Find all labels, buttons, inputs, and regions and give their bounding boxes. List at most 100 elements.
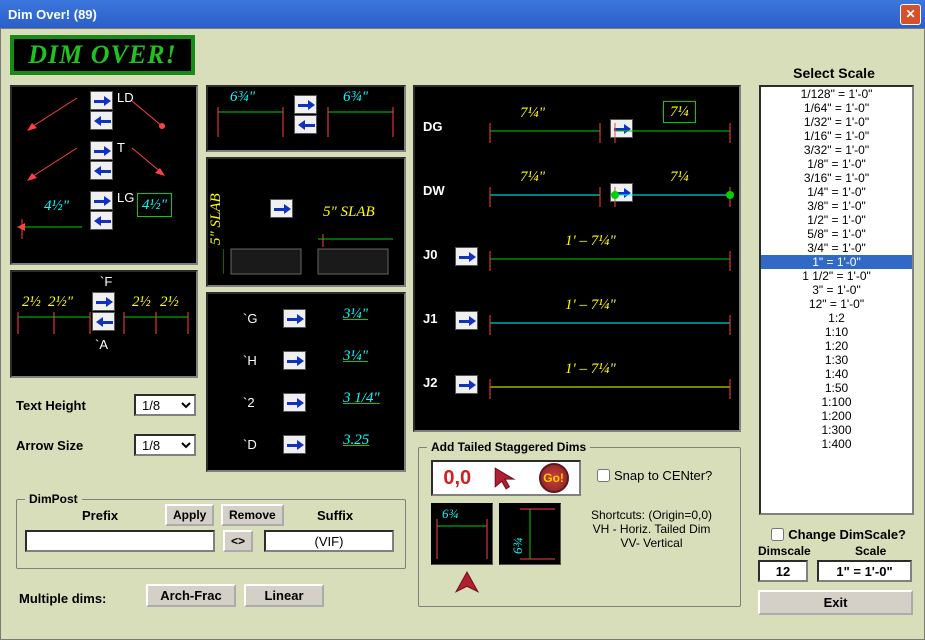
arrow-right-icon[interactable]: [283, 435, 306, 454]
scale-item[interactable]: 1:40: [761, 367, 912, 381]
linear-button[interactable]: Linear: [244, 584, 324, 607]
panel-dim-formats[interactable]: `G3¼"`H3¼"`23 1/4"`D3.25: [206, 292, 406, 472]
change-dimscale-checkbox[interactable]: [771, 528, 784, 541]
label-a: `A: [95, 337, 108, 352]
suffix-input[interactable]: [264, 530, 394, 552]
arrow-right-icon[interactable]: [283, 393, 306, 412]
snap-center-check[interactable]: Snap to CENter?: [597, 468, 712, 483]
arrow-left-icon[interactable]: [90, 161, 113, 180]
format-row-label: `H: [243, 353, 257, 368]
dim-left: 4½": [44, 198, 69, 215]
panel-fa[interactable]: `F `A 2½ 2½" 2½ 2½: [10, 270, 198, 378]
arch-frac-button[interactable]: Arch-Frac: [146, 584, 236, 607]
arrow-left-icon[interactable]: [90, 211, 113, 230]
panel-top-dim[interactable]: 6¾" 6¾": [206, 85, 406, 152]
scale-item[interactable]: 1:400: [761, 437, 912, 451]
scale-item[interactable]: 3" = 1'-0": [761, 283, 912, 297]
logo: DIM OVER!: [10, 35, 195, 75]
scale-item[interactable]: 1/4" = 1'-0": [761, 185, 912, 199]
arrow-left-icon[interactable]: [92, 312, 115, 331]
dimscale-input[interactable]: [758, 560, 808, 582]
scale-item[interactable]: 3/8" = 1'-0": [761, 199, 912, 213]
preview-horiz[interactable]: 6¾: [431, 503, 493, 565]
scale-item[interactable]: 1:200: [761, 409, 912, 423]
panel-dim-styles[interactable]: DG7¼"7¼DW7¼"7¼J01' – 7¼"J11' – 7¼"J21' –…: [413, 85, 741, 432]
arrow-right-icon[interactable]: [294, 95, 317, 114]
client-area: DIM OVER! LD T LG 4½" 4½" `F `A 2½ 2½" 2…: [0, 28, 925, 640]
slab-horizontal: 5" SLAB: [323, 204, 375, 221]
dimstyle-row-label: DW: [423, 183, 445, 198]
arrow-left-icon[interactable]: [294, 115, 317, 134]
prefix-input[interactable]: [25, 530, 215, 552]
scale-input[interactable]: [817, 560, 912, 582]
scale-item[interactable]: 1:100: [761, 395, 912, 409]
remove-button[interactable]: Remove: [221, 504, 284, 526]
dimpost-title: DimPost: [25, 492, 82, 506]
arrow-right-icon[interactable]: [90, 91, 113, 110]
dimstyle-row-label: J0: [423, 247, 437, 262]
scale-item[interactable]: 1" = 1'-0": [761, 255, 912, 269]
arrow-size-row: Arrow Size 1/8: [16, 434, 196, 456]
arrow-size-combo[interactable]: 1/8: [134, 434, 196, 456]
panel-leader-dim[interactable]: LD T LG 4½" 4½": [10, 85, 198, 265]
scale-item[interactable]: 3/4" = 1'-0": [761, 241, 912, 255]
close-button[interactable]: ✕: [900, 4, 921, 25]
scale-item[interactable]: 1/8" = 1'-0": [761, 157, 912, 171]
arrow-right-icon[interactable]: [270, 199, 293, 218]
snap-checkbox[interactable]: [597, 469, 610, 482]
dim-right-value: 7¼: [670, 169, 689, 186]
cursor-icon[interactable]: [492, 465, 518, 491]
label-f: `F: [100, 274, 112, 289]
scale-item[interactable]: 1/2" = 1'-0": [761, 213, 912, 227]
format-dim-value: 3¼": [343, 306, 368, 323]
arrow-right-icon[interactable]: [90, 141, 113, 160]
arrow-left-icon[interactable]: [90, 111, 113, 130]
format-dim-value: 3 1/4": [343, 390, 380, 407]
scale-item[interactable]: 5/8" = 1'-0": [761, 227, 912, 241]
go-button[interactable]: Go!: [539, 463, 569, 493]
snap-label: Snap to CENter?: [614, 468, 712, 483]
scale-item[interactable]: 1:50: [761, 381, 912, 395]
arrow-right-icon[interactable]: [455, 375, 478, 394]
scale-item[interactable]: 1:20: [761, 339, 912, 353]
panel-slab[interactable]: 5" SLAB 5" SLAB: [206, 157, 406, 287]
change-dimscale-check[interactable]: Change DimScale?: [771, 527, 906, 542]
scale-item[interactable]: 1/32" = 1'-0": [761, 115, 912, 129]
scale-item[interactable]: 1:2: [761, 311, 912, 325]
dim-l: 6¾": [230, 89, 255, 106]
dim-right-boxed: 7¼: [663, 101, 696, 123]
apply-button[interactable]: Apply: [165, 504, 214, 526]
arrow-right-icon[interactable]: [92, 292, 115, 311]
format-row-label: `2: [243, 395, 255, 410]
arrow-right-icon[interactable]: [283, 309, 306, 328]
text-height-label: Text Height: [16, 398, 86, 413]
arrow-right-icon[interactable]: [455, 311, 478, 330]
arrow-right-icon[interactable]: [455, 247, 478, 266]
scale-item[interactable]: 1:30: [761, 353, 912, 367]
scale-item[interactable]: 1/128" = 1'-0": [761, 87, 912, 101]
scale-item[interactable]: 1:10: [761, 325, 912, 339]
dim-2d: 2½: [160, 294, 179, 311]
scale-item[interactable]: 1/16" = 1'-0": [761, 129, 912, 143]
scale-listbox[interactable]: 1/128" = 1'-0"1/64" = 1'-0"1/32" = 1'-0"…: [759, 85, 914, 515]
cursor-up-icon[interactable]: [454, 570, 480, 596]
arrow-right-icon[interactable]: [283, 351, 306, 370]
scale-label: Scale: [855, 544, 886, 558]
scale-item[interactable]: 1 1/2" = 1'-0": [761, 269, 912, 283]
multiple-dims-label: Multiple dims:: [19, 591, 106, 606]
window-title: Dim Over! (89): [4, 7, 97, 22]
scale-item[interactable]: 3/32" = 1'-0": [761, 143, 912, 157]
text-height-combo[interactable]: 1/8: [134, 394, 196, 416]
scale-item[interactable]: 1:300: [761, 423, 912, 437]
dim-2c: 2½: [132, 294, 151, 311]
preview-vert[interactable]: 6¾: [499, 503, 561, 565]
format-dim-value: 3.25: [343, 432, 369, 449]
arrow-right-icon[interactable]: [90, 191, 113, 210]
scale-item[interactable]: 1/64" = 1'-0": [761, 101, 912, 115]
swap-button[interactable]: <>: [223, 530, 253, 552]
titlebar[interactable]: Dim Over! (89) ✕: [0, 0, 925, 28]
dim-value: 1' – 7¼": [565, 233, 616, 250]
scale-item[interactable]: 3/16" = 1'-0": [761, 171, 912, 185]
exit-button[interactable]: Exit: [758, 590, 913, 615]
scale-item[interactable]: 12" = 1'-0": [761, 297, 912, 311]
